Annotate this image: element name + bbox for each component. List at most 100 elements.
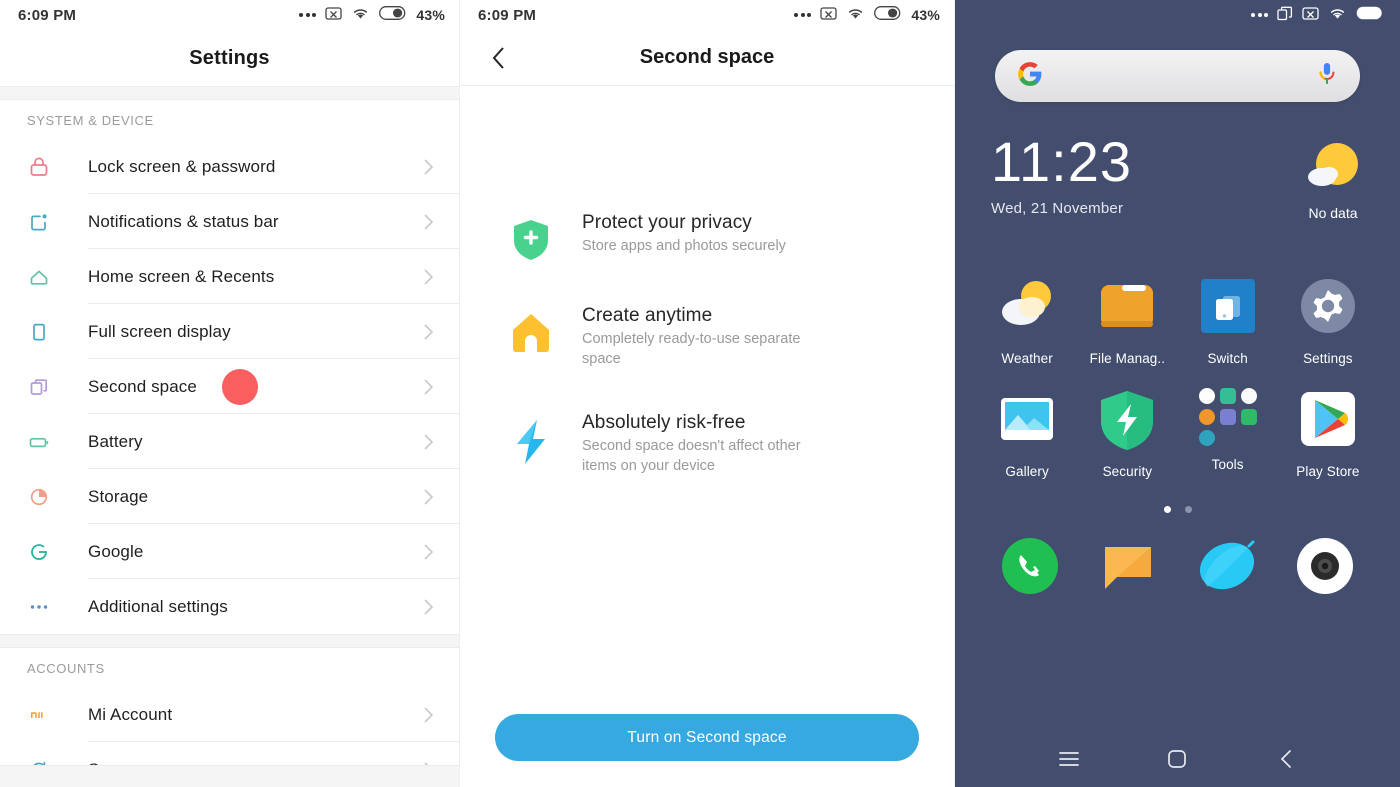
feature-subtitle: Store apps and photos securely (582, 238, 786, 254)
chevron-right-icon (423, 432, 435, 452)
three-phone-screenshots: 6:09 PM 43% Settings SYSTEM & DEVICE Loc… (0, 0, 1400, 787)
camera-app-icon (1294, 535, 1356, 602)
status-badge (221, 368, 258, 405)
more-dots-icon (299, 13, 317, 17)
sidebar-item-full-screen-display[interactable]: Full screen display (0, 304, 459, 359)
menu-lines-icon[interactable] (1044, 739, 1094, 779)
section-label-system: SYSTEM & DEVICE (27, 113, 154, 128)
status-bar-battery-percent: 43% (911, 7, 940, 23)
weather-widget[interactable]: No data (1302, 134, 1364, 221)
dock-app-browser[interactable] (1196, 535, 1258, 602)
sidebar-item-notifications[interactable]: Notifications & status bar (0, 194, 459, 249)
browser-app-icon (1196, 535, 1258, 602)
wifi-icon (1328, 6, 1347, 25)
microphone-icon[interactable] (1316, 61, 1338, 92)
chevron-right-icon (423, 487, 435, 507)
app-grid: Weather File Manag.. Switch Settings Gal… (977, 275, 1378, 479)
chevron-left-icon[interactable] (1261, 739, 1311, 779)
app-switch[interactable]: Switch (1178, 275, 1278, 366)
second-space-screen: 6:09 PM 43% Second space Protect your pr… (460, 0, 955, 787)
sidebar-item-label: Notifications & status bar (88, 211, 279, 231)
chevron-right-icon (423, 542, 435, 562)
battery-icon (874, 6, 902, 24)
sidebar-item-google[interactable]: Google (0, 524, 459, 579)
app-label: Switch (1207, 351, 1248, 366)
feature-list: Protect your privacy Store apps and phot… (460, 86, 954, 476)
app-weather[interactable]: Weather (977, 275, 1077, 366)
home-screen: 11:23 Wed, 21 November No data Weather F… (955, 0, 1400, 787)
app-gallery[interactable]: Gallery (977, 388, 1077, 479)
chevron-left-icon (492, 46, 504, 69)
feature-item-privacy: Protect your privacy Store apps and phot… (460, 212, 954, 262)
sidebar-item-mi-account[interactable]: Mi Account (0, 687, 459, 742)
wifi-icon (351, 6, 370, 25)
section-divider (0, 634, 459, 648)
messaging-app-icon (1097, 535, 1159, 602)
feature-item-risk-free: Absolutely risk-free Second space doesn'… (460, 412, 954, 476)
no-sim-icon (1302, 6, 1319, 25)
sidebar-item-home-screen[interactable]: Home screen & Recents (0, 249, 459, 304)
dock-app-camera[interactable] (1294, 535, 1356, 602)
sidebar-item-label: Storage (88, 486, 149, 506)
no-sim-icon (325, 6, 343, 25)
chevron-right-icon (423, 597, 435, 617)
app-security[interactable]: Security (1077, 388, 1177, 479)
switch-app-icon (1197, 275, 1259, 342)
no-sim-icon (820, 6, 838, 25)
back-button[interactable] (482, 44, 516, 72)
lock-icon (27, 155, 61, 179)
chevron-right-icon (423, 267, 435, 287)
sidebar-item-lock-screen[interactable]: Lock screen & password (0, 139, 459, 194)
feature-subtitle: Second space doesn't affect other items … (582, 438, 801, 474)
dock-app-phone[interactable] (999, 535, 1061, 602)
sidebar-item-storage[interactable]: Storage (0, 469, 459, 524)
sun-cloud-icon (1302, 143, 1364, 201)
sidebar-item-battery[interactable]: Battery (0, 414, 459, 469)
wifi-icon (846, 6, 865, 25)
settings-screen: 6:09 PM 43% Settings SYSTEM & DEVICE Loc… (0, 0, 460, 787)
file-manager-app-icon (1096, 275, 1158, 342)
house-icon (508, 305, 554, 369)
sidebar-item-label: Home screen & Recents (88, 266, 275, 286)
status-bar: 6:09 PM 43% (0, 0, 459, 30)
app-label: Settings (1303, 351, 1353, 366)
app-play-store[interactable]: Play Store (1278, 388, 1378, 479)
page-title: Second space (639, 46, 775, 68)
gallery-app-icon (996, 388, 1058, 455)
status-bar: 6:09 PM 43% (460, 0, 954, 30)
phone-app-icon (999, 535, 1061, 602)
clock-weather-widget[interactable]: 11:23 Wed, 21 November No data (991, 134, 1364, 221)
chevron-right-icon (423, 212, 435, 232)
home-icon (27, 265, 61, 289)
app-tools-folder[interactable]: Tools (1178, 388, 1278, 479)
navigation-bar (955, 731, 1400, 787)
page-dot-active[interactable] (1163, 506, 1171, 513)
second-space-icon (27, 375, 61, 399)
more-dots-icon (1251, 13, 1268, 17)
home-square-icon[interactable] (1152, 739, 1202, 779)
page-dot[interactable] (1184, 506, 1192, 513)
status-bar-time: 6:09 PM (478, 6, 537, 24)
google-search-bar[interactable] (995, 50, 1360, 102)
sidebar-item-label: Google (88, 541, 144, 561)
status-bar (955, 0, 1400, 30)
lightning-bolt-icon (508, 412, 554, 476)
play-store-app-icon (1297, 388, 1359, 455)
battery-full-icon (1356, 6, 1384, 24)
security-app-icon (1096, 388, 1158, 455)
sidebar-item-second-space[interactable]: Second space (0, 359, 459, 414)
sidebar-item-additional-settings[interactable]: Additional settings (0, 579, 459, 634)
notification-box-icon (27, 210, 61, 234)
app-label: Play Store (1296, 464, 1360, 479)
page-indicator[interactable] (955, 506, 1400, 513)
app-file-manager[interactable]: File Manag.. (1077, 275, 1177, 366)
settings-app-icon (1297, 275, 1359, 342)
sidebar-item-label: Mi Account (88, 704, 173, 724)
app-settings[interactable]: Settings (1278, 275, 1378, 366)
dock-app-messaging[interactable] (1097, 535, 1159, 602)
turn-on-second-space-button[interactable]: Turn on Second space (495, 714, 919, 761)
chevron-right-icon (423, 157, 435, 177)
feature-subtitle: Completely ready-to-use separate space (582, 331, 801, 367)
status-bar-battery-percent: 43% (416, 7, 445, 23)
app-label: Weather (1001, 351, 1053, 366)
